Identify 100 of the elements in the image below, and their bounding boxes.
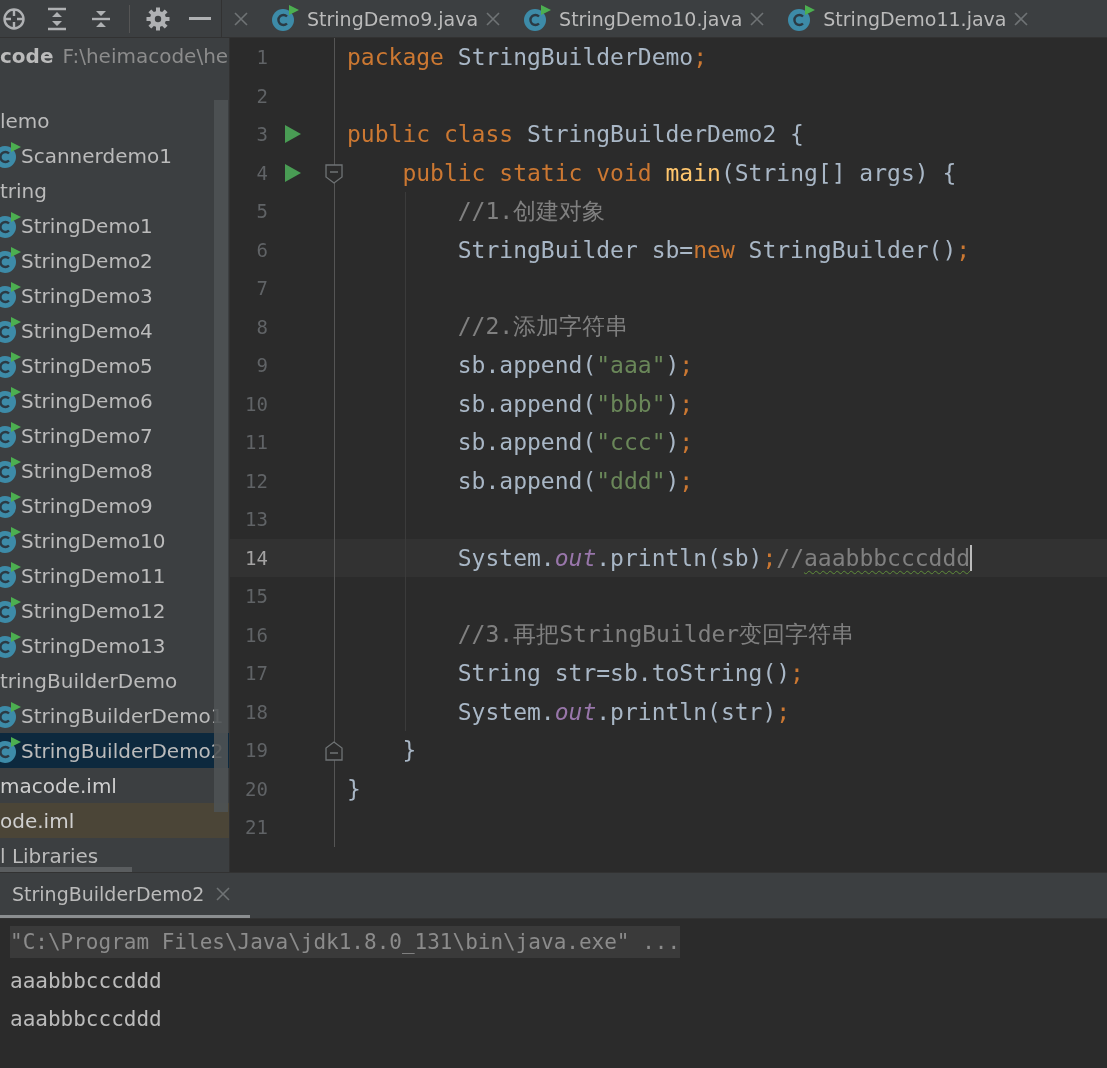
code-line: StringBuilder sb=new StringBuilder(); — [456, 236, 971, 263]
class-icon — [0, 737, 21, 764]
editor-tab[interactable]: StringDemo10.java — [512, 0, 777, 37]
line-number: 6 — [255, 238, 268, 261]
class-icon — [0, 142, 21, 169]
tree-item[interactable]: StringBuilderDemo1 — [0, 698, 229, 733]
console-output: aaabbbcccddd — [10, 1006, 162, 1034]
class-icon — [0, 282, 21, 309]
tree-item[interactable]: StringDemo12 — [0, 593, 229, 628]
class-icon — [0, 597, 21, 624]
class-icon — [788, 5, 816, 32]
line-number: 13 — [244, 508, 268, 531]
settings-icon[interactable] — [145, 6, 170, 31]
code-line: sb.append("aaa"); — [456, 352, 694, 379]
editor-tab[interactable]: StringDemo9.java — [260, 0, 513, 37]
class-icon — [0, 422, 21, 449]
class-icon — [0, 457, 21, 484]
line-number: 20 — [244, 777, 268, 800]
line-number: 10 — [244, 392, 268, 415]
code-line: package StringBuilderDemo; — [347, 44, 708, 71]
code-line: } — [347, 775, 361, 802]
code-line: System.out.println(str); — [456, 698, 791, 725]
class-icon — [0, 492, 21, 519]
class-icon — [524, 5, 552, 32]
line-number: 1 — [255, 46, 268, 69]
tree-item[interactable]: tring — [0, 173, 229, 208]
tree-item[interactable]: StringDemo2 — [0, 243, 229, 278]
close-icon[interactable] — [216, 887, 231, 901]
tree-item[interactable]: StringDemo7 — [0, 418, 229, 453]
line-number: 3 — [255, 123, 268, 146]
tree-item[interactable]: ode.iml — [0, 803, 229, 838]
line-number: 5 — [255, 200, 268, 223]
project-name[interactable]: code — [0, 43, 54, 68]
code-line: String str=sb.toString(); — [456, 660, 804, 687]
line-number: 11 — [244, 431, 268, 454]
code-line: sb.append("ddd"); — [456, 467, 694, 494]
tree-item[interactable]: StringDemo6 — [0, 383, 229, 418]
locate-icon[interactable] — [1, 6, 26, 31]
tree-item[interactable]: StringDemo3 — [0, 278, 229, 313]
line-number: 7 — [255, 277, 268, 300]
line-number: 19 — [244, 739, 268, 762]
text-caret — [970, 544, 973, 571]
class-icon — [0, 352, 21, 379]
expand-all-icon[interactable] — [46, 6, 69, 31]
console-output: aaabbbcccddd — [10, 967, 162, 995]
tree-item[interactable]: StringDemo8 — [0, 453, 229, 488]
code-line: } — [401, 737, 417, 764]
close-icon[interactable] — [234, 11, 248, 26]
scrollbar[interactable] — [0, 867, 132, 872]
line-number: 15 — [244, 585, 268, 608]
line-number: 21 — [244, 816, 268, 839]
line-number: 12 — [244, 469, 268, 492]
fold-icon[interactable] — [325, 163, 343, 184]
class-icon — [0, 212, 21, 239]
line-number: 17 — [244, 662, 268, 685]
tree-item[interactable]: StringDemo4 — [0, 313, 229, 348]
code-line: //3.再把StringBuilder变回字符串 — [456, 620, 855, 650]
line-number: 18 — [244, 700, 268, 723]
class-icon — [0, 562, 21, 589]
tree-item[interactable]: Scannerdemo1 — [0, 138, 229, 173]
class-icon — [0, 387, 21, 414]
line-number: 16 — [244, 623, 268, 646]
class-icon — [0, 247, 21, 274]
line-number: 14 — [244, 546, 268, 569]
code-line: sb.append("ccc"); — [456, 429, 694, 456]
class-icon — [0, 317, 21, 344]
tree-item[interactable]: StringDemo5 — [0, 348, 229, 383]
minimize-icon[interactable] — [189, 16, 212, 21]
line-number: 9 — [255, 354, 268, 377]
line-number: 2 — [255, 84, 268, 107]
class-icon — [0, 527, 21, 554]
tree-item[interactable]: macode.iml — [0, 768, 229, 803]
tree-item[interactable]: StringDemo13 — [0, 628, 229, 663]
tree-item[interactable]: tringBuilderDemo — [0, 663, 229, 698]
tree-item[interactable]: StringDemo10 — [0, 523, 229, 558]
tree-item[interactable]: StringBuilderDemo2 — [0, 733, 229, 768]
class-icon — [0, 702, 21, 729]
code-line: sb.append("bbb"); — [456, 390, 694, 417]
line-number: 8 — [255, 315, 268, 338]
class-icon — [272, 5, 299, 32]
run-icon[interactable] — [285, 125, 301, 144]
line-number: 4 — [255, 161, 268, 184]
fold-icon[interactable] — [325, 741, 343, 761]
run-icon[interactable] — [285, 163, 301, 182]
code-line: System.out.println(sb);//aaabbbcccddd — [456, 544, 971, 571]
tree-item[interactable]: StringDemo9 — [0, 488, 229, 523]
tree-item[interactable]: l Libraries — [0, 838, 229, 872]
close-icon[interactable] — [750, 11, 765, 26]
project-path: F:\heimacode\hei — [62, 43, 229, 68]
close-icon[interactable] — [1014, 11, 1029, 26]
tree-item[interactable]: StringDemo11 — [0, 558, 229, 593]
code-line: public class StringBuilderDemo2 { — [347, 121, 804, 148]
editor-tab[interactable]: StringDemo11.java — [776, 0, 1041, 37]
class-icon — [0, 632, 21, 659]
console-command: "C:\Program Files\Java\jdk1.8.0_131\bin\java.exe" ... — [10, 926, 681, 959]
code-line: //2.添加字符串 — [456, 312, 629, 342]
tree-item[interactable]: lemo — [0, 103, 229, 138]
close-icon[interactable] — [486, 11, 501, 26]
code-line: public static void main(String[] args) { — [401, 159, 957, 186]
tree-item[interactable]: StringDemo1 — [0, 208, 229, 243]
